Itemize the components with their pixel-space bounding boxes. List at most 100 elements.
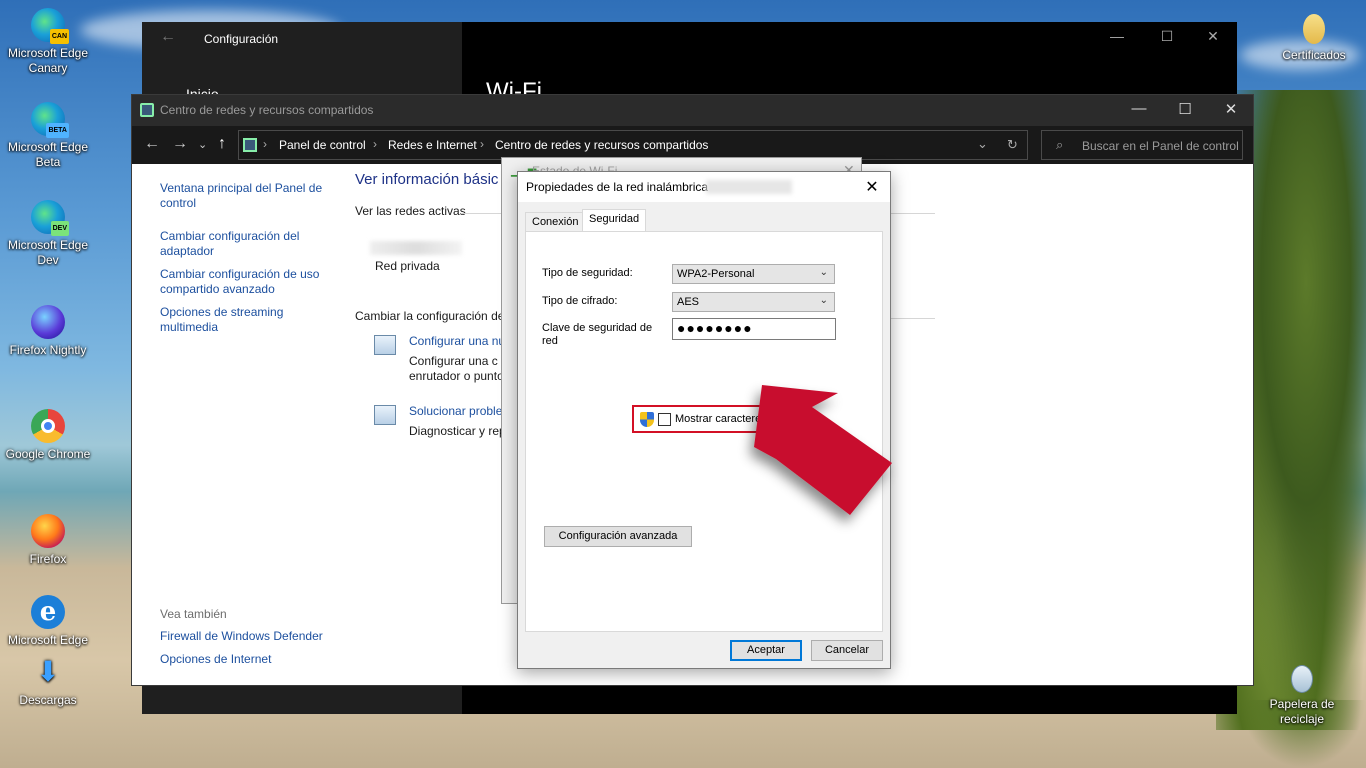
see-also-firewall[interactable]: Firewall de Windows Defender xyxy=(160,629,330,644)
desktop-icon-google-chrome[interactable]: Google Chrome xyxy=(2,409,94,462)
minimize-icon[interactable]: — xyxy=(1102,28,1132,44)
sidebar-link-panel-principal[interactable]: Ventana principal del Panel de control xyxy=(160,181,330,211)
page-title: Ver información básic xyxy=(355,171,499,188)
desktop-icon-label: Google Chrome xyxy=(5,447,91,461)
recycle-bin-icon xyxy=(1291,665,1313,693)
back-arrow-icon[interactable]: ← xyxy=(160,28,176,46)
task-description: Configurar una c xyxy=(409,354,498,368)
desktop-icon-descargas[interactable]: ⬇ Descargas xyxy=(2,655,94,708)
close-icon[interactable]: ✕ xyxy=(862,177,882,197)
network-type: Red privada xyxy=(375,259,440,273)
sidebar-link-adaptador[interactable]: Cambiar configuración del adaptador xyxy=(160,229,330,259)
security-type-select[interactable]: WPA2-Personal ⌄ xyxy=(672,264,835,284)
search-input[interactable]: ⌕ Buscar en el Panel de control xyxy=(1041,130,1243,160)
advanced-settings-button[interactable]: Configuración avanzada xyxy=(544,526,692,547)
chevron-down-icon: ⌄ xyxy=(819,295,828,306)
address-bar[interactable]: › Panel de control › Redes e Internet › … xyxy=(238,130,1028,160)
encryption-type-value: AES xyxy=(677,296,700,308)
tab-seguridad[interactable]: Seguridad xyxy=(582,209,647,232)
chevron-down-icon[interactable]: ⌄ xyxy=(198,138,207,151)
desktop-icon-label: Firefox xyxy=(29,552,67,566)
task-troubleshoot[interactable]: Solucionar proble xyxy=(409,404,502,418)
desktop-icon-label: Microsoft Edge Beta xyxy=(7,140,89,169)
cancel-button[interactable]: Cancelar xyxy=(811,640,883,661)
uac-shield-icon xyxy=(640,412,654,427)
up-arrow-icon[interactable]: ↑ xyxy=(218,135,226,153)
dialog-title: Propiedades de la red inalámbrica xyxy=(526,180,709,194)
see-also-internet-options[interactable]: Opciones de Internet xyxy=(160,652,330,667)
desktop-icon-label: Certificados xyxy=(1282,48,1346,62)
network-center-icon xyxy=(140,103,154,117)
task-description: Diagnosticar y rep xyxy=(409,424,506,438)
firefox-icon xyxy=(31,514,65,548)
desktop-icon-label: Microsoft Edge Dev xyxy=(7,238,89,267)
sidebar-link-uso-compartido[interactable]: Cambiar configuración de uso compartido … xyxy=(160,267,330,297)
back-arrow-icon[interactable]: ← xyxy=(144,135,160,153)
desktop-icon-recycle-bin[interactable]: Papelera de reciclaje xyxy=(1256,665,1348,727)
desktop-icon-microsoft-edge[interactable]: e Microsoft Edge xyxy=(2,595,94,648)
desktop-icon-firefox-nightly[interactable]: Firefox Nightly xyxy=(2,305,94,358)
settings-title: Configuración xyxy=(204,32,279,46)
titlebar: Propiedades de la red inalámbrica ✕ xyxy=(518,172,890,202)
desktop-icon-label: Firefox Nightly xyxy=(9,343,87,357)
encryption-type-select[interactable]: AES ⌄ xyxy=(672,292,835,312)
tab-conexion[interactable]: Conexión xyxy=(525,212,586,232)
edge-canary-icon: CAN xyxy=(31,8,69,44)
chevron-down-icon[interactable]: ⌄ xyxy=(977,136,988,152)
desktop-icon-certificados[interactable]: Certificados xyxy=(1268,14,1360,63)
titlebar: Centro de redes y recursos compartidos —… xyxy=(132,95,1253,126)
desktop-icon-label: Microsoft Edge Canary xyxy=(7,46,89,75)
breadcrumb-redes-e-internet[interactable]: Redes e Internet xyxy=(388,138,477,152)
desktop-icon-label: Papelera de reciclaje xyxy=(1269,697,1335,726)
security-key-field[interactable]: ●●●●●●●● xyxy=(672,318,836,340)
chrome-icon xyxy=(31,409,65,443)
edge-beta-icon: BETA xyxy=(31,102,69,138)
security-key-value: ●●●●●●●● xyxy=(677,320,753,336)
folder-icon xyxy=(1303,14,1325,44)
control-panel-icon xyxy=(243,138,257,152)
forward-arrow-icon[interactable]: → xyxy=(172,135,188,153)
active-networks-label: Ver las redes activas xyxy=(355,204,466,218)
search-icon: ⌕ xyxy=(1056,137,1064,152)
security-key-label: Clave de seguridad de red xyxy=(542,322,653,347)
task-configure-network[interactable]: Configurar una nu xyxy=(409,334,505,348)
breadcrumb-separator-icon: › xyxy=(263,137,267,151)
troubleshoot-icon xyxy=(374,405,396,425)
chevron-down-icon: ⌄ xyxy=(819,267,828,278)
breadcrumb-centro-de-redes[interactable]: Centro de redes y recursos compartidos xyxy=(495,138,708,152)
desktop-icon-label: Microsoft Edge xyxy=(7,633,89,647)
search-placeholder: Buscar en el Panel de control xyxy=(1082,139,1239,153)
network-name-redacted xyxy=(706,180,792,194)
edge-dev-icon: DEV xyxy=(31,200,69,236)
minimize-icon[interactable]: — xyxy=(1124,100,1154,117)
desktop-icon-label: Descargas xyxy=(19,693,77,707)
arrow-shape xyxy=(754,385,892,515)
network-name-redacted xyxy=(370,241,462,255)
security-type-label: Tipo de seguridad: xyxy=(542,267,633,279)
network-setup-icon xyxy=(374,335,396,355)
window-title: Centro de redes y recursos compartidos xyxy=(160,103,374,117)
show-characters-checkbox[interactable] xyxy=(658,413,671,426)
desktop-icon-firefox[interactable]: Firefox xyxy=(2,514,94,567)
desktop-icon-edge-canary[interactable]: CAN Microsoft Edge Canary xyxy=(2,8,94,76)
download-icon: ⬇ xyxy=(36,656,60,687)
security-type-value: WPA2-Personal xyxy=(677,268,755,280)
see-also-heading: Vea también xyxy=(160,607,227,621)
desktop-icon-edge-beta[interactable]: BETA Microsoft Edge Beta xyxy=(2,102,94,170)
maximize-icon[interactable]: ☐ xyxy=(1170,100,1200,118)
breadcrumb-panel-de-control[interactable]: Panel de control xyxy=(279,138,366,152)
close-icon[interactable]: ✕ xyxy=(1216,100,1246,118)
refresh-icon[interactable]: ↻ xyxy=(1007,137,1018,153)
desktop-icon-edge-dev[interactable]: DEV Microsoft Edge Dev xyxy=(2,200,94,268)
ok-button[interactable]: Aceptar xyxy=(730,640,802,661)
encryption-type-label: Tipo de cifrado: xyxy=(542,295,618,307)
change-settings-label: Cambiar la configuración de xyxy=(355,309,505,323)
maximize-icon[interactable]: ☐ xyxy=(1152,28,1182,45)
edge-legacy-icon: e xyxy=(31,595,65,629)
firefox-nightly-icon xyxy=(31,305,65,339)
red-arrow-annotation xyxy=(754,385,892,515)
sidebar-link-streaming[interactable]: Opciones de streaming multimedia xyxy=(160,305,330,335)
breadcrumb-separator-icon: › xyxy=(373,137,377,151)
breadcrumb-separator-icon: › xyxy=(480,137,484,151)
close-icon[interactable]: ✕ xyxy=(1198,28,1228,45)
